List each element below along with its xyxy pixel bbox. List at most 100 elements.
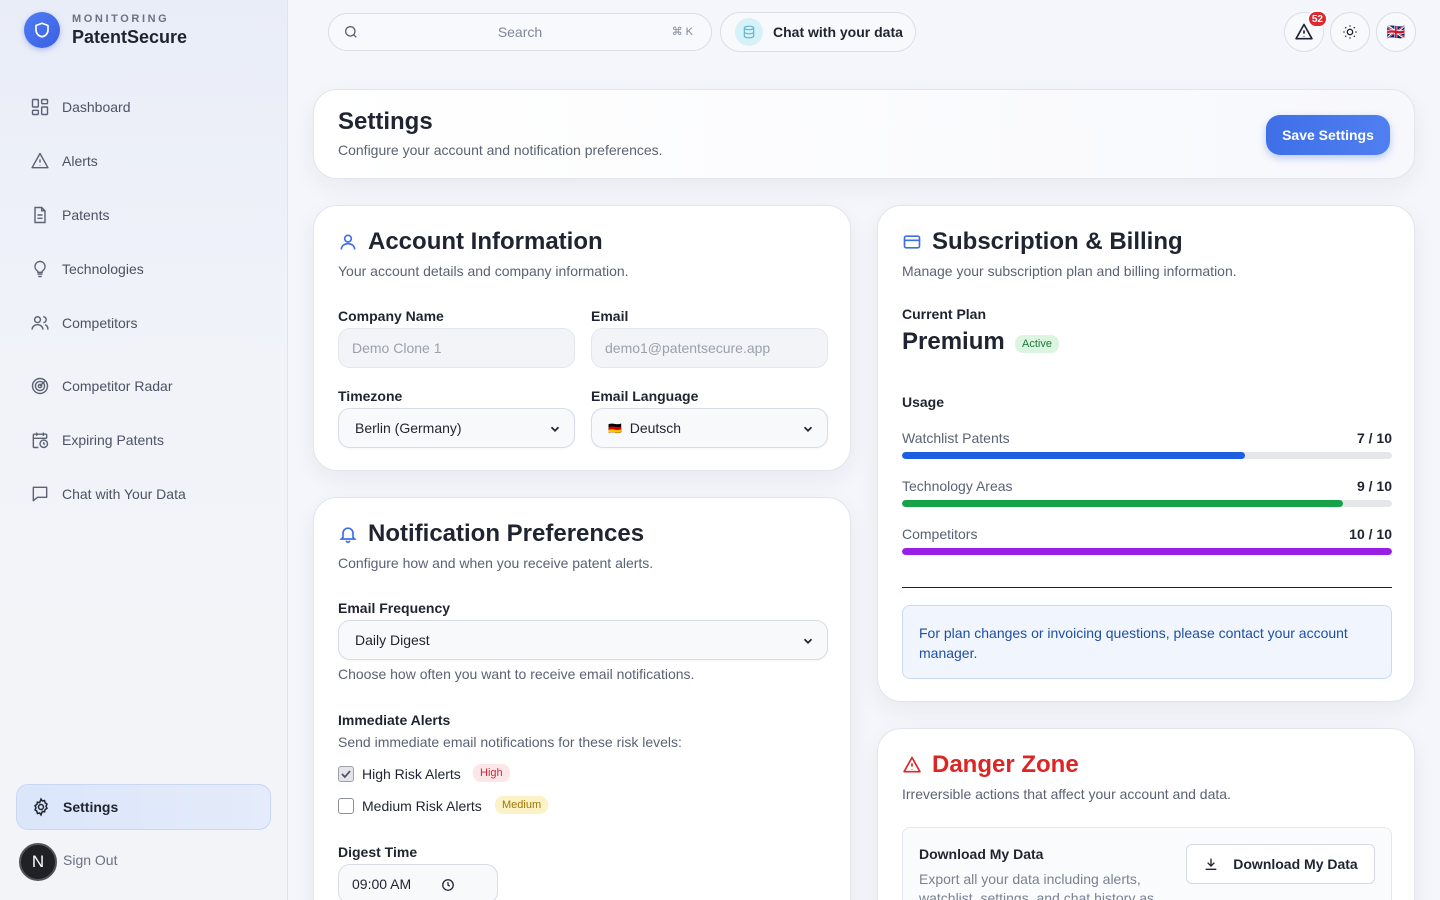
sidebar-item-patents[interactable]: Patents xyxy=(16,192,271,238)
warning-icon xyxy=(30,151,50,171)
bell-icon xyxy=(338,524,358,544)
company-name-field[interactable]: Demo Clone 1 xyxy=(338,328,575,368)
chat-button-label: Chat with your data xyxy=(773,24,903,40)
plan-status-badge: Active xyxy=(1015,335,1059,353)
download-my-data-button[interactable]: Download My Data xyxy=(1186,844,1375,884)
digest-time-input[interactable]: 09:00 AM xyxy=(338,864,498,900)
usage-row-technology: Technology Areas 9 / 10 xyxy=(902,478,1392,494)
usage-row-watchlist: Watchlist Patents 7 / 10 xyxy=(902,430,1392,446)
radar-icon xyxy=(30,376,50,396)
subscription-billing-card: Subscription & Billing Manage your subsc… xyxy=(877,205,1415,702)
medium-risk-pill: Medium xyxy=(495,796,548,814)
usage-bar-competitors xyxy=(902,548,1392,555)
brand-name: PatentSecure xyxy=(72,27,187,48)
sidebar-item-label: Technologies xyxy=(62,261,144,277)
email-language-select[interactable]: 🇩🇪 Deutsch xyxy=(591,408,828,448)
email-frequency-select[interactable]: Daily Digest xyxy=(338,620,828,660)
search-placeholder: Search xyxy=(329,24,711,40)
sidebar-item-label: Competitors xyxy=(62,315,137,331)
usage-bar-technology xyxy=(902,500,1392,507)
email-label: Email xyxy=(591,308,628,324)
usage-label-watchlist: Watchlist Patents xyxy=(902,430,1010,446)
brand-subtitle: MONITORING xyxy=(72,13,187,25)
document-icon xyxy=(30,205,50,225)
email-language-value: Deutsch xyxy=(630,420,681,436)
sign-out-link[interactable]: Sign Out xyxy=(63,852,117,868)
download-button-label: Download My Data xyxy=(1233,856,1357,872)
users-icon xyxy=(30,313,50,333)
chat-with-data-button[interactable]: Chat with your data xyxy=(720,12,916,52)
usage-row-competitors: Competitors 10 / 10 xyxy=(902,526,1392,542)
alerts-button[interactable]: 52 xyxy=(1284,12,1324,52)
credit-card-icon xyxy=(902,232,922,252)
sidebar-item-settings[interactable]: Settings xyxy=(16,784,271,830)
user-icon xyxy=(338,232,358,252)
top-bar: Search ⌘ K Chat with your data 52 🇬🇧 xyxy=(288,0,1440,64)
digest-time-value: 09:00 AM xyxy=(352,876,411,892)
sidebar-item-label: Expiring Patents xyxy=(62,432,164,448)
german-flag-icon: 🇩🇪 xyxy=(608,422,622,435)
warning-icon xyxy=(902,755,922,775)
timezone-value: Berlin (Germany) xyxy=(355,420,462,436)
sidebar-item-label: Competitor Radar xyxy=(62,378,173,394)
usage-fill-technology xyxy=(902,500,1343,507)
avatar[interactable]: N xyxy=(19,843,57,881)
notifications-title-text: Notification Preferences xyxy=(368,520,644,548)
high-risk-label: High Risk Alerts xyxy=(362,766,461,782)
grid-icon xyxy=(30,97,50,117)
gear-icon xyxy=(31,797,51,817)
chat-icon xyxy=(30,484,50,504)
download-data-description: Export all your data including alerts, w… xyxy=(919,870,1154,900)
medium-risk-checkbox[interactable] xyxy=(338,798,354,814)
save-settings-button[interactable]: Save Settings xyxy=(1266,115,1390,155)
usage-value-competitors: 10 / 10 xyxy=(1349,526,1392,542)
billing-subtitle: Manage your subscription plan and billin… xyxy=(902,263,1237,279)
usage-label-technology: Technology Areas xyxy=(902,478,1013,494)
account-subtitle: Your account details and company informa… xyxy=(338,263,629,279)
account-card-title: Account Information xyxy=(338,228,603,256)
sidebar-item-competitor-radar[interactable]: Competitor Radar xyxy=(16,363,271,409)
email-frequency-hint: Choose how often you want to receive ema… xyxy=(338,666,694,682)
theme-toggle-button[interactable] xyxy=(1330,12,1370,52)
sidebar-item-label: Patents xyxy=(62,207,109,223)
immediate-alerts-hint: Send immediate email notifications for t… xyxy=(338,734,682,750)
digest-time-label: Digest Time xyxy=(338,844,417,860)
chevron-down-icon xyxy=(801,422,815,436)
check-icon xyxy=(339,767,353,781)
email-frequency-value: Daily Digest xyxy=(355,632,430,648)
sidebar-item-competitors[interactable]: Competitors xyxy=(16,300,271,346)
email-language-label: Email Language xyxy=(591,388,698,404)
sidebar-item-label: Settings xyxy=(63,799,118,815)
shield-logo-icon xyxy=(24,12,60,48)
divider xyxy=(902,587,1392,588)
danger-subtitle: Irreversible actions that affect your ac… xyxy=(902,786,1231,802)
alert-count-badge: 52 xyxy=(1307,10,1328,28)
sidebar-item-chat[interactable]: Chat with Your Data xyxy=(16,471,271,517)
notifications-card-title: Notification Preferences xyxy=(338,520,644,548)
timezone-select[interactable]: Berlin (Germany) xyxy=(338,408,575,448)
timezone-label: Timezone xyxy=(338,388,402,404)
medium-risk-label: Medium Risk Alerts xyxy=(362,798,482,814)
current-plan-label: Current Plan xyxy=(902,306,986,322)
database-icon xyxy=(735,18,763,46)
chevron-down-icon xyxy=(801,634,815,648)
download-desc-line-2: watchlist, settings, and chat history as xyxy=(919,889,1154,900)
chevron-down-icon xyxy=(548,422,562,436)
usage-value-technology: 9 / 10 xyxy=(1357,478,1392,494)
notifications-subtitle: Configure how and when you receive paten… xyxy=(338,555,653,571)
account-information-card: Account Information Your account details… xyxy=(313,205,851,471)
billing-card-title: Subscription & Billing xyxy=(902,228,1183,256)
sidebar-item-alerts[interactable]: Alerts xyxy=(16,138,271,184)
high-risk-checkbox[interactable] xyxy=(338,766,354,782)
search-shortcut: ⌘ K xyxy=(672,25,693,38)
download-data-title: Download My Data xyxy=(919,846,1043,862)
search-input[interactable]: Search ⌘ K xyxy=(328,13,712,51)
email-field[interactable]: demo1@patentsecure.app xyxy=(591,328,828,368)
sidebar-item-technologies[interactable]: Technologies xyxy=(16,246,271,292)
usage-fill-watchlist xyxy=(902,452,1245,459)
brand[interactable]: MONITORING PatentSecure xyxy=(24,12,187,48)
language-button[interactable]: 🇬🇧 xyxy=(1376,12,1416,52)
sidebar-item-dashboard[interactable]: Dashboard xyxy=(16,84,271,130)
sidebar-item-expiring-patents[interactable]: Expiring Patents xyxy=(16,417,271,463)
danger-card-title: Danger Zone xyxy=(902,751,1079,779)
